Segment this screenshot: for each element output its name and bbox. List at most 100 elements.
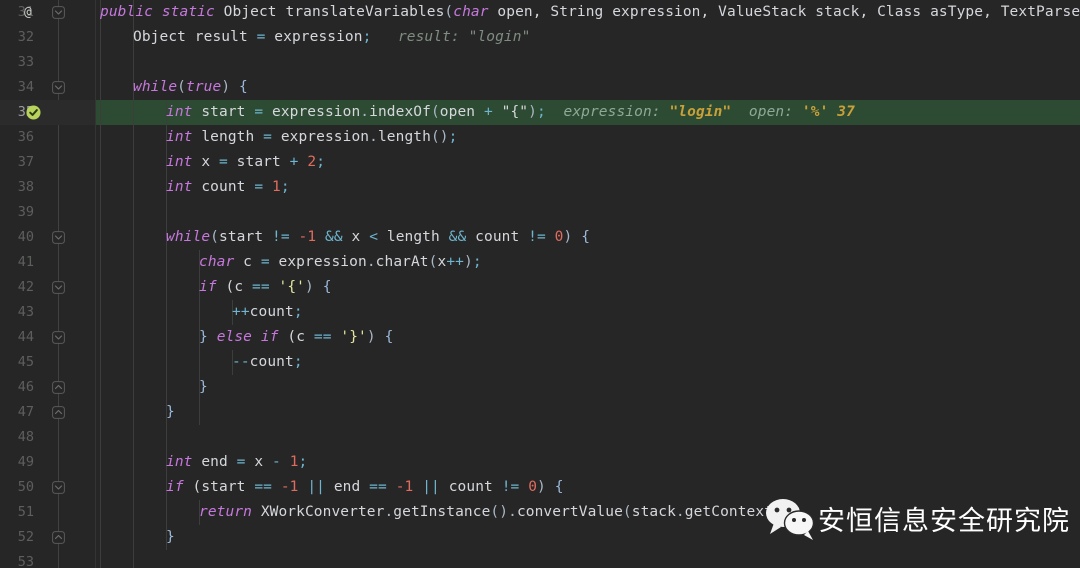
annotation-marker-icon[interactable]: @ <box>24 0 32 25</box>
gutter-row[interactable]: 40 <box>0 225 96 250</box>
line-number: 37 <box>17 154 34 170</box>
code-token: expression <box>265 29 363 45</box>
gutter-row[interactable]: 46 <box>0 375 96 400</box>
code-line[interactable]: return XWorkConverter.getInstance().conv… <box>96 500 1080 525</box>
code-line[interactable]: if (c == '{') { <box>96 275 1080 300</box>
fold-end-marker-icon[interactable] <box>52 406 65 419</box>
code-line[interactable]: } <box>96 400 1080 425</box>
gutter-row[interactable]: 35 <box>0 100 96 125</box>
editor-gutter[interactable]: 31 @ 32 33 34 35 36 37 38 39 40 41 42 43 44 45 46 47 48 49 5… <box>0 0 96 568</box>
gutter-row[interactable]: 53 <box>0 550 96 568</box>
code-line-text: char c = expression.charAt(x++); <box>96 250 482 275</box>
gutter-row[interactable]: 52 <box>0 525 96 550</box>
code-line[interactable]: } else if (c == '}') { <box>96 325 1080 350</box>
fold-expanded-marker-icon[interactable] <box>52 281 65 294</box>
line-number: 36 <box>17 129 34 145</box>
fold-expanded-marker-icon[interactable] <box>52 481 65 494</box>
code-token: int <box>166 104 193 120</box>
code-token: "login" <box>669 104 732 120</box>
gutter-row[interactable]: 39 <box>0 200 96 225</box>
fold-expanded-marker-icon[interactable] <box>52 6 65 19</box>
code-token: if <box>260 329 279 345</box>
gutter-row[interactable]: 48 <box>0 425 96 450</box>
gutter-row[interactable]: 37 <box>0 150 96 175</box>
code-token: 1 <box>272 179 281 195</box>
code-line[interactable]: char c = expression.charAt(x++); <box>96 250 1080 275</box>
code-line-text: } <box>96 400 175 425</box>
line-number: 38 <box>17 179 34 195</box>
code-token: true <box>186 79 222 95</box>
code-token: ++ <box>232 304 250 320</box>
code-token: public <box>100 4 153 20</box>
code-token: start <box>219 229 272 245</box>
gutter-row[interactable]: 49 <box>0 450 96 475</box>
fold-expanded-marker-icon[interactable] <box>52 231 65 244</box>
code-token: ; <box>536 104 546 120</box>
gutter-row[interactable]: 50 <box>0 475 96 500</box>
gutter-row[interactable]: 32 <box>0 25 96 50</box>
gutter-row[interactable]: 31 @ <box>0 0 96 25</box>
code-line[interactable]: --count; <box>96 350 1080 375</box>
gutter-row[interactable]: 42 <box>0 275 96 300</box>
code-line[interactable]: Object result = expression; result: "log… <box>96 25 1080 50</box>
code-line[interactable] <box>96 50 1080 75</box>
code-line[interactable]: int end = x - 1; <box>96 450 1080 475</box>
code-token: . <box>360 104 370 120</box>
code-line-text: int x = start + 2; <box>96 150 325 175</box>
fold-expanded-marker-icon[interactable] <box>52 81 65 94</box>
line-number: 52 <box>17 529 34 545</box>
code-token: stack <box>631 504 676 520</box>
code-line[interactable]: int length = expression.length(); <box>96 125 1080 150</box>
gutter-row[interactable]: 44 <box>0 325 96 350</box>
verified-breakpoint-check-icon[interactable] <box>26 105 41 120</box>
fold-expanded-marker-icon[interactable] <box>52 331 65 344</box>
code-line[interactable]: while(start != -1 && x < length && count… <box>96 225 1080 250</box>
code-token: < <box>369 229 379 245</box>
code-token: { <box>239 79 248 95</box>
code-token: ; <box>472 254 482 270</box>
code-line-current[interactable]: int start = expression.indexOf(open + "{… <box>96 100 1080 125</box>
code-content-area[interactable]: public static Object translateVariables(… <box>96 0 1080 568</box>
code-token: indexOf <box>369 104 431 120</box>
gutter-row[interactable]: 38 <box>0 175 96 200</box>
code-token: int <box>166 179 193 195</box>
code-token: int <box>166 154 193 170</box>
gutter-row[interactable]: 41 <box>0 250 96 275</box>
gutter-row[interactable]: 36 <box>0 125 96 150</box>
code-token: -- <box>232 354 250 370</box>
code-line[interactable]: } <box>96 375 1080 400</box>
code-token: - <box>272 454 281 470</box>
fold-end-marker-icon[interactable] <box>52 381 65 394</box>
gutter-row[interactable]: 43 <box>0 300 96 325</box>
line-number: 33 <box>17 54 34 70</box>
code-editor[interactable]: 31 @ 32 33 34 35 36 37 38 39 40 41 42 43 44 45 46 47 48 49 5… <box>0 0 1080 568</box>
code-line[interactable]: int x = start + 2; <box>96 150 1080 175</box>
code-line[interactable] <box>96 550 1080 568</box>
line-number: 39 <box>17 204 34 220</box>
code-line[interactable]: while(true) { <box>96 75 1080 100</box>
code-line[interactable]: public static Object translateVariables(… <box>96 0 1080 25</box>
code-line[interactable] <box>96 200 1080 225</box>
code-line[interactable] <box>96 425 1080 450</box>
code-line[interactable]: ++count; <box>96 300 1080 325</box>
code-line-text: } else if (c == '}') { <box>96 325 393 350</box>
code-line[interactable]: if (start == -1 || end == -1 || count !=… <box>96 475 1080 500</box>
gutter-row[interactable]: 45 <box>0 350 96 375</box>
line-number: 53 <box>17 554 34 568</box>
code-token: count <box>249 354 294 370</box>
line-number: 49 <box>17 454 34 470</box>
gutter-row[interactable]: 33 <box>0 50 96 75</box>
code-line[interactable]: } <box>96 525 1080 550</box>
code-line[interactable]: int count = 1; <box>96 175 1080 200</box>
gutter-row[interactable]: 51 <box>0 500 96 525</box>
code-line-text: } <box>96 525 175 550</box>
code-token: expression <box>263 104 361 120</box>
gutter-row[interactable]: 34 <box>0 75 96 100</box>
fold-end-marker-icon[interactable] <box>52 531 65 544</box>
gutter-row[interactable]: 47 <box>0 400 96 425</box>
